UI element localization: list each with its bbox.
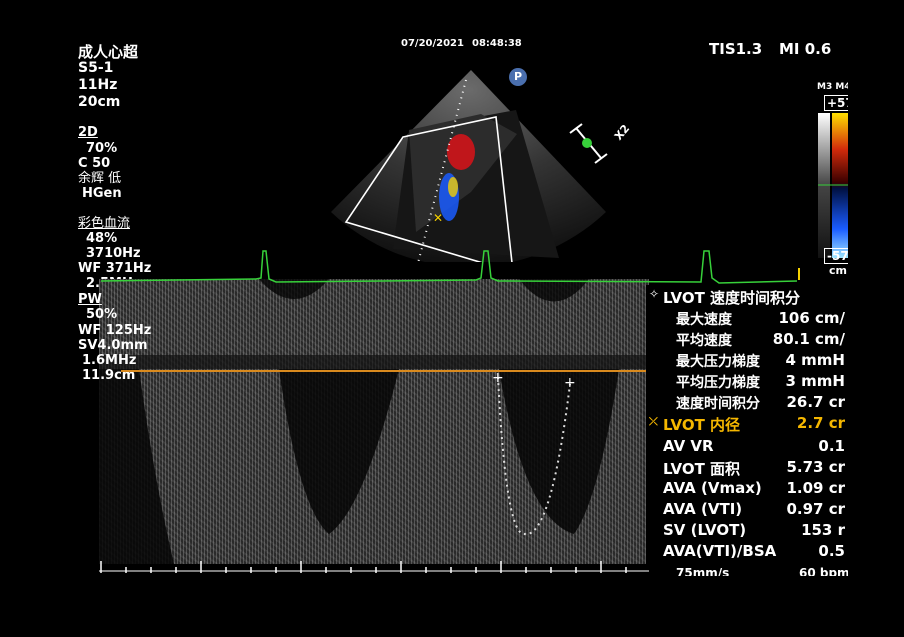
2d-persist: 余辉 低 [78, 171, 122, 186]
frame-rate-label: 11Hz [78, 77, 118, 93]
depth-label: 20cm [78, 94, 121, 110]
svg-text:+: + [492, 370, 504, 386]
svg-text:+: + [564, 375, 576, 391]
colorbar-top-value: +57 [824, 95, 848, 111]
result-row: SV (LVOT) 153 r [663, 521, 845, 539]
measurement-row: 速度时间积分 26.7 cr [676, 393, 845, 412]
time-label: 08:48:38 [472, 38, 522, 49]
result-row: AVA (Vmax) 1.09 cr [663, 479, 845, 497]
measurement-row: 最大速度 106 cm/ [676, 309, 845, 328]
lvot-vti-group-header[interactable]: ✧ LVOT 速度时间积分 [646, 287, 848, 307]
time-scale-ticks [100, 561, 627, 573]
tis-label: TIS1.3 [709, 40, 763, 58]
preset-label: 成人心超 [78, 43, 139, 61]
colorbar-title: M3 M4 [817, 82, 848, 92]
measurement-row: 平均压力梯度 3 mmH [676, 372, 845, 391]
svg-text:✕: ✕ [433, 211, 443, 225]
2d-mode-title: 2D [78, 125, 98, 140]
measurement-row: 最大压力梯度 4 mmH [676, 351, 845, 370]
sweep-speed: 75mm/s [676, 566, 730, 576]
mi-label: MI 0.6 [779, 40, 832, 58]
measurement-results-panel: ✧ LVOT 速度时间积分 最大速度 106 cm/ 平均速度 80.1 cm/ 最… [646, 285, 848, 565]
color-mode-title: 彩色血流 [78, 216, 131, 231]
2d-gain: 70% [86, 141, 118, 156]
2d-c: C 50 [78, 156, 111, 171]
color-velocity-scale [818, 113, 848, 258]
probe-orientation-marker: P [509, 68, 527, 86]
expand-diamond-icon: ✧ [649, 287, 660, 301]
result-row: AVA(VTI)/BSA 0.5 [663, 542, 845, 560]
date-label: 07/20/2021 [401, 38, 464, 49]
measurement-row: 平均速度 80.1 cm/ [676, 330, 845, 349]
result-row: AVA (VTI) 0.97 cr [663, 500, 845, 518]
2d-freq: HGen [82, 186, 122, 201]
group-title: LVOT 速度时间积分 [663, 289, 801, 307]
ultrasound-screen: 成人心超 S5-1 11Hz 20cm 07/20/2021 08:48:38 … [51, 38, 848, 576]
zoom-x2-icon [569, 123, 608, 164]
result-row: LVOT 面积 5.73 cr [663, 458, 845, 478]
heart-rate: 60 bpm [799, 566, 848, 576]
result-row: AV VR 0.1 [663, 437, 845, 455]
caliper-x-icon: ⤫ [649, 415, 658, 428]
probe-label: S5-1 [78, 60, 114, 76]
lvot-diameter-row[interactable]: ⤫ LVOT 内径 2.7 cr [646, 414, 848, 434]
